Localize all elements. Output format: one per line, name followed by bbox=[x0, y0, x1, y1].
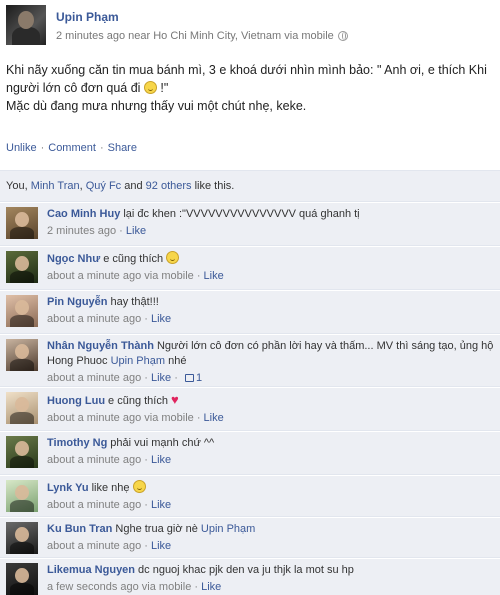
status-text: Khi nãy xuống căn tin mua bánh mì, 3 e k… bbox=[6, 63, 487, 113]
smiley-icon bbox=[166, 251, 180, 264]
separator: · bbox=[99, 142, 104, 154]
avatar[interactable] bbox=[6, 339, 38, 371]
comment-item: Likemua Nguyen dc nguoj khac pjk den va j… bbox=[0, 559, 500, 595]
mention-link[interactable]: Upin Phạm bbox=[111, 355, 165, 367]
heart-icon: ♥ bbox=[171, 392, 179, 407]
like-link[interactable]: Like bbox=[126, 225, 146, 237]
likes-summary: You, Minh Tran, Quý Fc and 92 others lik… bbox=[0, 170, 500, 202]
comment-item: Nhân Nguyễn Thành Người lớn cô đơn có phầ… bbox=[0, 335, 500, 387]
commenter-name[interactable]: Cao Minh Huy bbox=[47, 208, 120, 220]
commenter-name[interactable]: Huong Luu bbox=[47, 395, 105, 407]
commenter-name[interactable]: Lynk Yu bbox=[47, 482, 89, 494]
unlike-link[interactable]: Unlike bbox=[6, 142, 37, 154]
liker-quy-fc[interactable]: Quý Fc bbox=[86, 180, 121, 192]
commenter-name[interactable]: Ku Bun Tran bbox=[47, 523, 112, 535]
like-link[interactable]: Like bbox=[151, 499, 171, 511]
comment-item: Ngọc Như e cũng thích about a minute ago … bbox=[0, 247, 500, 290]
avatar[interactable] bbox=[6, 295, 38, 327]
commenter-name[interactable]: Timothy Ng bbox=[47, 437, 107, 449]
liker-minh-tran[interactable]: Minh Tran bbox=[31, 180, 80, 192]
avatar[interactable] bbox=[6, 522, 38, 554]
author-name[interactable]: Upin Phạm bbox=[56, 10, 348, 24]
facebook-post: Upin Phạm 2 minutes ago near Ho Chi Minh… bbox=[0, 0, 500, 595]
smiley-icon bbox=[143, 81, 157, 94]
commenter-name[interactable]: Pin Nguyễn bbox=[47, 296, 108, 308]
like-link[interactable]: Like bbox=[201, 581, 221, 593]
post-actions: Unlike · Comment · Share bbox=[6, 142, 137, 154]
avatar[interactable] bbox=[6, 563, 38, 595]
avatar[interactable] bbox=[6, 251, 38, 283]
post-meta: 2 minutes ago near Ho Chi Minh City, Vie… bbox=[56, 30, 348, 42]
mention-link[interactable]: Upin Phạm bbox=[201, 523, 255, 535]
like-link[interactable]: Like bbox=[151, 540, 171, 552]
commenter-name[interactable]: Nhân Nguyễn Thành bbox=[47, 340, 154, 352]
avatar[interactable] bbox=[6, 480, 38, 512]
avatar[interactable] bbox=[6, 436, 38, 468]
thumbs-up-icon bbox=[184, 374, 194, 382]
like-link[interactable]: Like bbox=[151, 372, 171, 384]
comment-item: Pin Nguyễn hay thật!!! about a minute ago… bbox=[0, 291, 500, 334]
globe-icon bbox=[337, 31, 348, 41]
smiley-icon bbox=[132, 480, 146, 493]
like-link[interactable]: Like bbox=[151, 313, 171, 325]
comment-item: Cao Minh Huy lại đc khen :"VVVVVVVVVVVVVV… bbox=[0, 203, 500, 246]
comment-item: Huong Luu e cũng thích ♥ about a minute a… bbox=[0, 388, 500, 431]
avatar[interactable] bbox=[6, 392, 38, 424]
separator: · bbox=[40, 142, 45, 154]
comment-link[interactable]: Comment bbox=[48, 142, 96, 154]
like-link[interactable]: Like bbox=[151, 454, 171, 466]
others-link[interactable]: 92 others bbox=[146, 180, 192, 192]
author-avatar[interactable] bbox=[6, 5, 46, 45]
share-link[interactable]: Share bbox=[108, 142, 137, 154]
commenter-name[interactable]: Ngọc Như bbox=[47, 253, 100, 265]
comment-item: Ku Bun Tran Nghe trua giờ nè Upin Phạm ab… bbox=[0, 518, 500, 558]
comment-item: Timothy Ng phải vui mạnh chứ ^^ about a m… bbox=[0, 432, 500, 475]
commenter-name[interactable]: Likemua Nguyen bbox=[47, 564, 135, 576]
avatar[interactable] bbox=[6, 207, 38, 239]
post-header: Upin Phạm 2 minutes ago near Ho Chi Minh… bbox=[6, 5, 348, 45]
like-link[interactable]: Like bbox=[204, 270, 224, 282]
like-link[interactable]: Like bbox=[204, 412, 224, 424]
comment-item: Lynk Yu like nhẹ about a minute ago · Lik… bbox=[0, 476, 500, 517]
like-count[interactable]: 1 bbox=[196, 372, 202, 384]
